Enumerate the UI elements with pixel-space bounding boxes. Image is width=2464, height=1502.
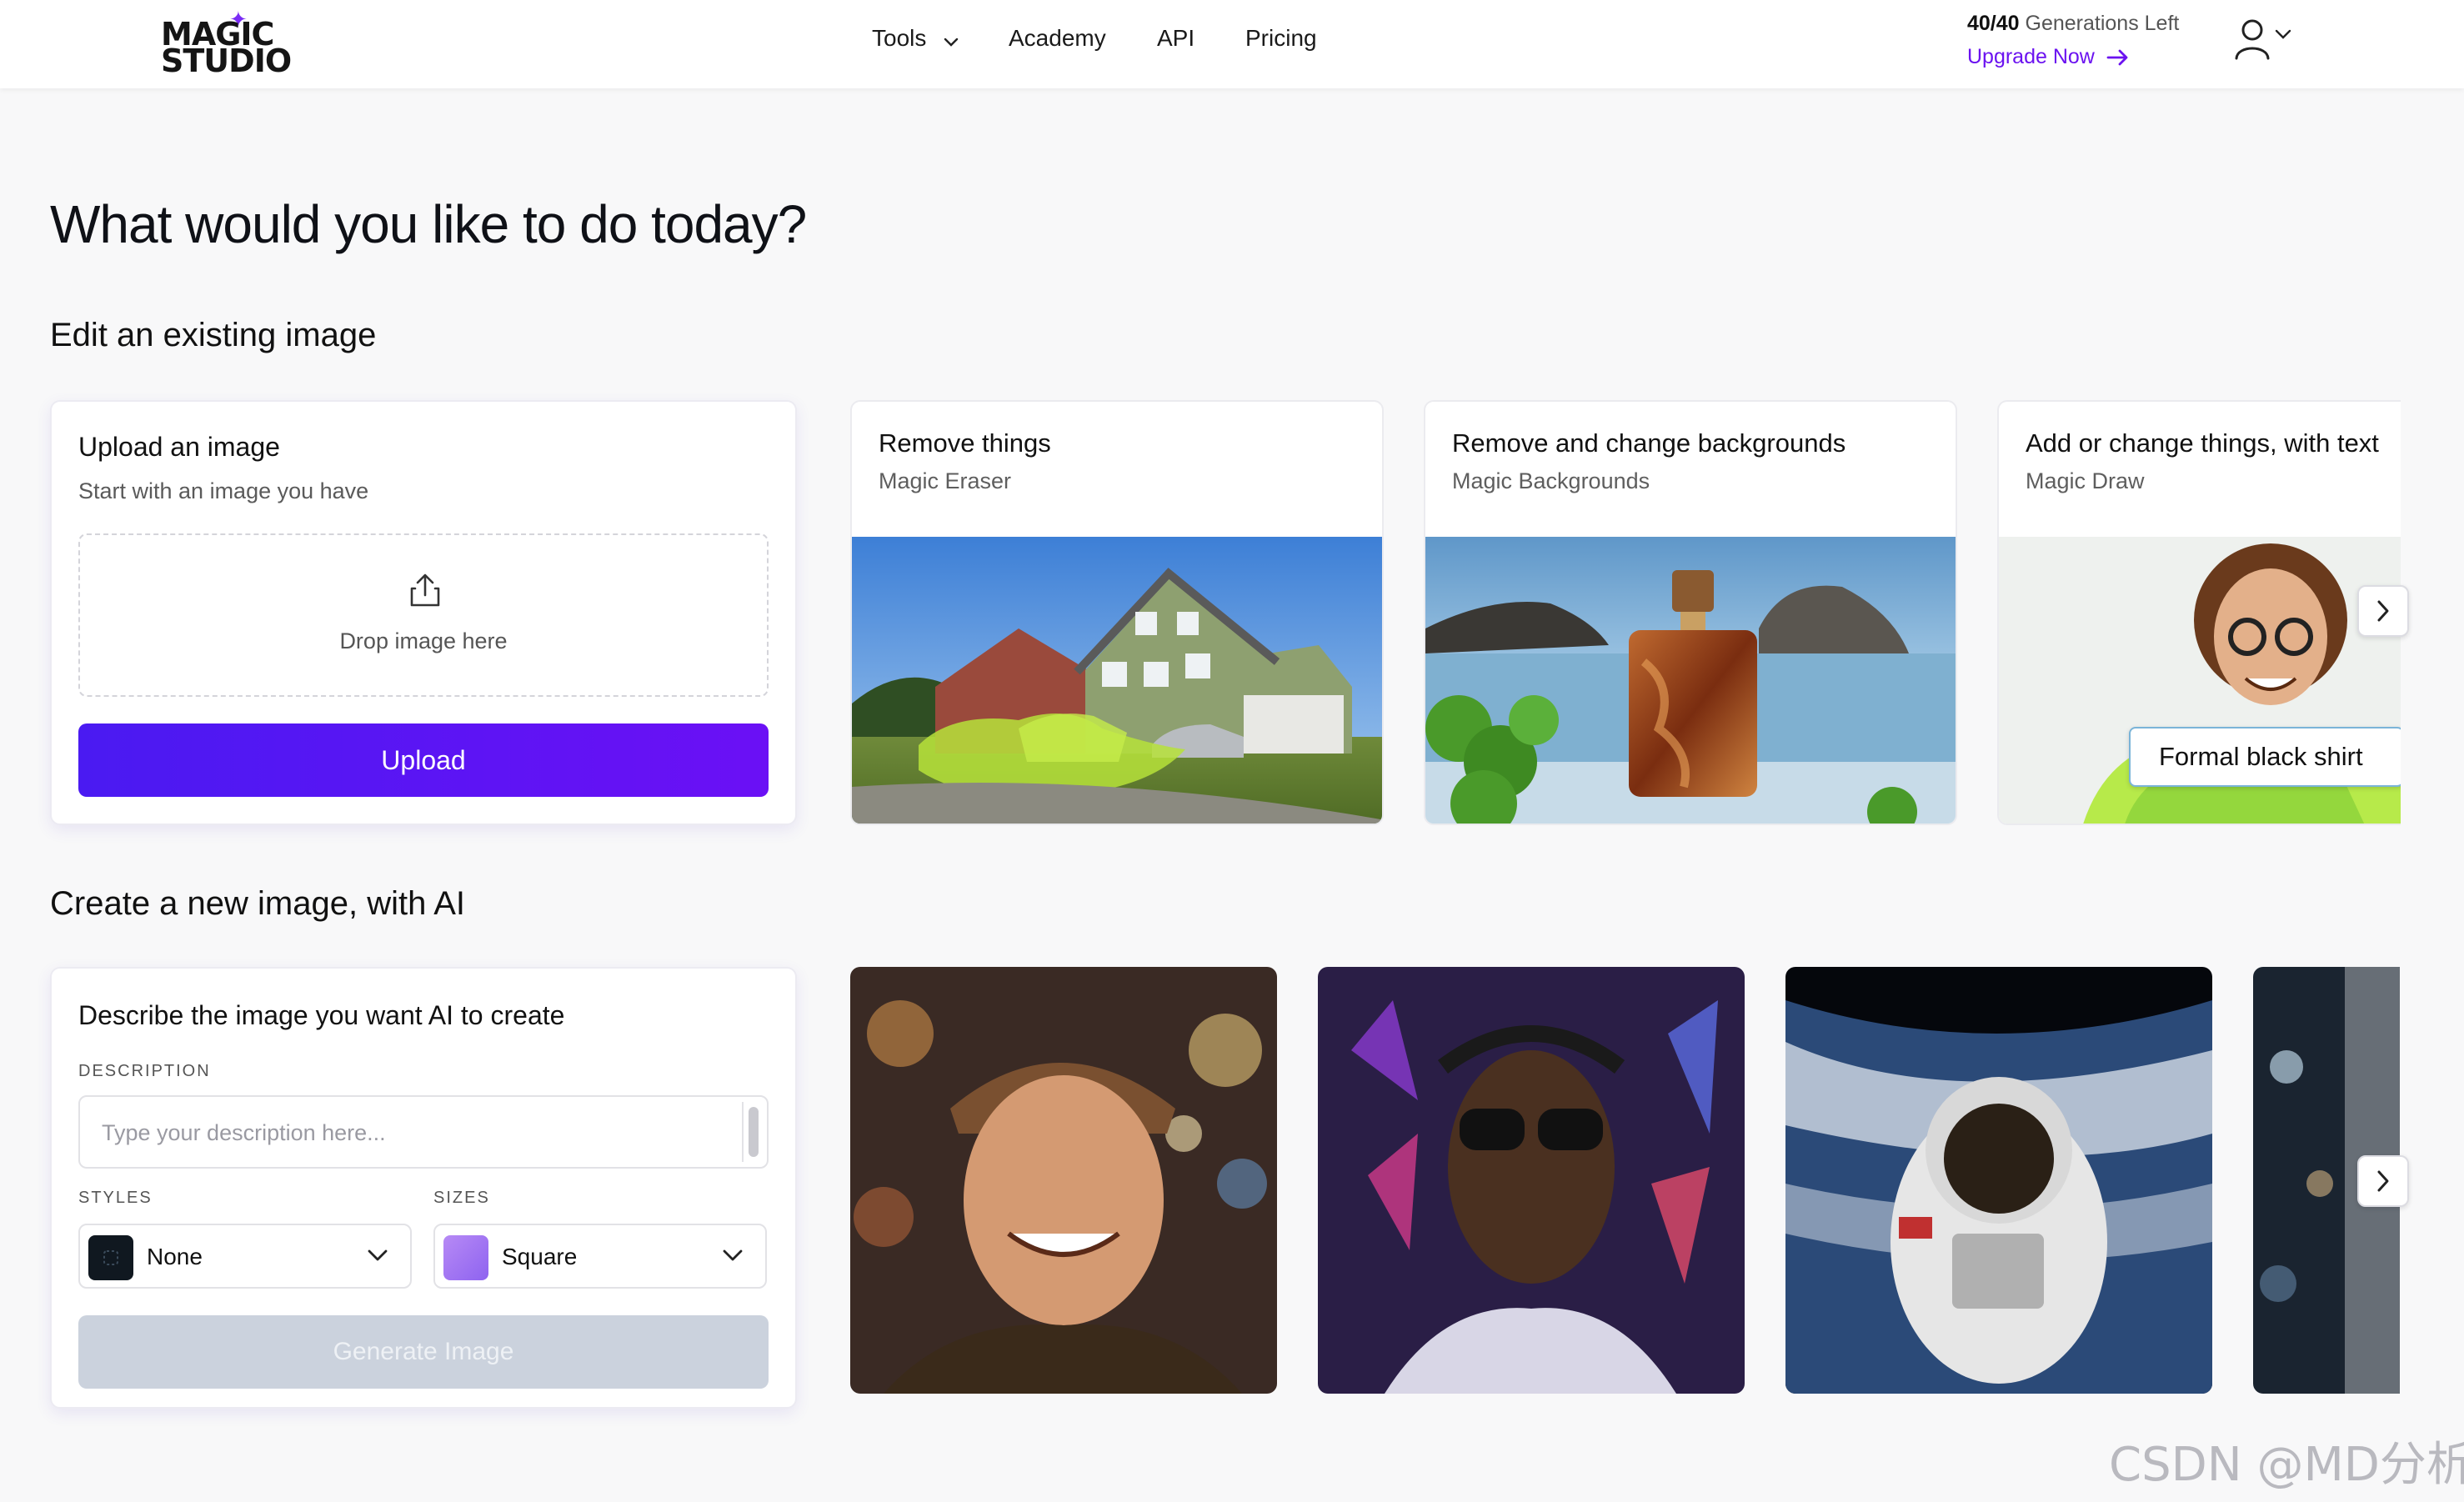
carousel-next-button-edit[interactable] xyxy=(2357,585,2409,637)
upload-button[interactable]: Upload xyxy=(78,723,769,797)
nav-tools-label: Tools xyxy=(872,25,927,51)
nav-pricing[interactable]: Pricing xyxy=(1245,22,1317,55)
description-placeholder: Type your description here... xyxy=(102,1120,386,1145)
prompt-chip: Formal black shirt xyxy=(2129,727,2401,787)
upload-card-subtitle: Start with an image you have xyxy=(78,478,369,503)
chevron-down-icon xyxy=(943,23,959,57)
generations-left: 40/40 Generations Left xyxy=(1967,12,2179,36)
create-section-heading: Create a new image, with AI xyxy=(50,885,466,922)
chevron-down-icon xyxy=(368,1249,388,1261)
tool-subtitle: Magic Backgrounds xyxy=(1452,468,1650,493)
tool-title: Remove and change backgrounds xyxy=(1452,428,1846,458)
generate-image-button[interactable]: Generate Image xyxy=(78,1315,769,1389)
tool-title: Remove things xyxy=(879,428,1051,458)
style-value: None xyxy=(147,1244,203,1269)
tool-subtitle: Magic Eraser xyxy=(879,468,1012,493)
tool-card-magic-backgrounds[interactable]: Remove and change backgrounds Magic Back… xyxy=(1424,400,1957,825)
arrow-right-icon xyxy=(2106,49,2128,66)
edit-section-heading: Edit an existing image xyxy=(50,317,377,353)
chevron-down-icon xyxy=(723,1249,743,1261)
gallery-image-smiling-man[interactable] xyxy=(850,967,1277,1394)
magic-studio-logo[interactable]: ✦ MAGIC STUDIO xyxy=(161,7,292,78)
sizes-label: SIZES xyxy=(433,1189,490,1207)
description-label: DESCRIPTION xyxy=(78,1062,211,1080)
tool-card-magic-draw[interactable]: Add or change things, with text Magic Dr… xyxy=(1997,400,2401,825)
logo-text-line2: STUDIO xyxy=(161,43,292,79)
house-preview-image xyxy=(852,537,1382,824)
upgrade-label: Upgrade Now xyxy=(1967,45,2095,68)
style-swatch-icon xyxy=(88,1235,133,1280)
carousel-next-button-create[interactable] xyxy=(2357,1155,2409,1207)
size-value: Square xyxy=(502,1244,578,1269)
tool-subtitle: Magic Draw xyxy=(2026,468,2145,493)
image-dropzone[interactable]: Drop image here xyxy=(78,533,769,697)
description-scrollbar[interactable] xyxy=(742,1102,762,1162)
upgrade-now-link[interactable]: Upgrade Now xyxy=(1967,45,2131,69)
watermark-text: CSDN @MD分析 xyxy=(2109,1438,2464,1492)
generations-count: 40/40 xyxy=(1967,12,2020,35)
drop-image-text: Drop image here xyxy=(339,628,508,653)
tool-title: Add or change things, with text xyxy=(2026,428,2379,458)
upload-card-title: Upload an image xyxy=(78,432,280,462)
page-title: What would you like to do today? xyxy=(50,194,807,254)
user-menu-chevron-icon[interactable] xyxy=(2274,28,2292,44)
tool-card-magic-eraser[interactable]: Remove things Magic Eraser xyxy=(850,400,1384,825)
sizes-select[interactable]: Square xyxy=(433,1224,767,1289)
chevron-right-icon xyxy=(2377,600,2389,622)
styles-label: STYLES xyxy=(78,1189,153,1207)
nav-api[interactable]: API xyxy=(1157,22,1194,55)
generations-label: Generations Left xyxy=(2025,12,2180,35)
upload-card: Upload an image Start with an image you … xyxy=(50,400,797,825)
gallery-image-astronaut[interactable] xyxy=(1785,967,2212,1394)
nav-academy[interactable]: Academy xyxy=(1009,22,1106,55)
upload-share-icon xyxy=(410,573,440,607)
styles-select[interactable]: None xyxy=(78,1224,412,1289)
description-input[interactable]: Type your description here... xyxy=(78,1095,769,1169)
chevron-right-icon xyxy=(2377,1170,2389,1192)
perfume-preview-image xyxy=(1425,537,1956,824)
gallery-image-sunglasses-man[interactable] xyxy=(1318,967,1745,1394)
user-avatar-icon[interactable] xyxy=(2234,18,2271,64)
create-card-title: Describe the image you want AI to create xyxy=(78,1000,565,1030)
nav-tools[interactable]: Tools xyxy=(872,22,959,57)
create-image-card: Describe the image you want AI to create… xyxy=(50,967,797,1409)
size-swatch-icon xyxy=(443,1235,488,1280)
top-header: ✦ MAGIC STUDIO Tools Academy API Pricing… xyxy=(0,0,2464,88)
